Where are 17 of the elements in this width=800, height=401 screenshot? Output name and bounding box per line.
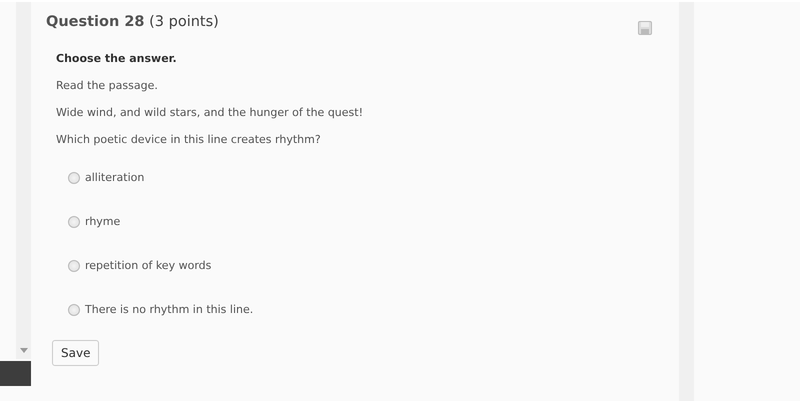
question-title: Question 28 (3 points) [46,14,219,30]
option-label[interactable]: There is no rhythm in this line. [85,303,254,316]
question-text: Which poetic device in this line creates rhythm? [56,132,322,147]
instruction-text: Choose the answer. [56,51,178,66]
question-text: Wide wind, and wild stars, and the hunger of the quest! [56,105,364,120]
side-panel-tab[interactable] [0,361,31,386]
radio-button[interactable] [68,216,80,228]
save-button[interactable]: Save [52,340,100,366]
radio-button[interactable] [68,304,80,316]
scrollbar[interactable] [16,2,31,359]
scroll-down-icon[interactable] [20,348,28,353]
option-label[interactable]: repetition of key words [85,259,212,272]
radio-button[interactable] [68,260,80,272]
question-text: Read the passage. [56,78,159,93]
option-label[interactable]: rhyme [85,215,120,228]
option-label[interactable]: alliteration [85,171,144,184]
radio-button[interactable] [68,172,80,184]
